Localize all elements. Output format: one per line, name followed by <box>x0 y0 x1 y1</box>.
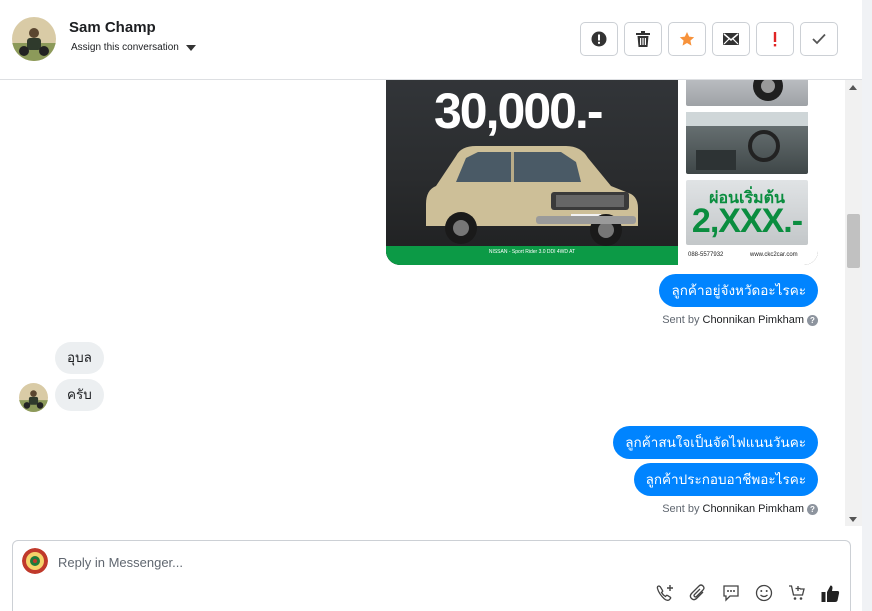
spam-report-icon <box>591 31 607 47</box>
page-avatar <box>22 548 48 574</box>
sent-by-agent[interactable]: Chonnikan Pimkham <box>703 503 805 515</box>
call-plus-icon <box>656 585 673 601</box>
check-icon <box>812 33 826 45</box>
ad-installment-amount: 2,XXX.- <box>691 202 803 240</box>
outgoing-message[interactable]: ลูกค้าอยู่จังหวัดอะไรคะ <box>659 274 818 307</box>
conversation-header: Sam Champ Assign this conversation <box>0 0 862 80</box>
contact-avatar[interactable] <box>12 17 56 61</box>
sent-by-label: Sent by Chonnikan Pimkham ? <box>662 314 818 326</box>
incoming-message[interactable]: ครับ <box>55 379 104 411</box>
saved-reply-icon <box>723 585 739 602</box>
delete-button[interactable] <box>624 22 662 56</box>
report-spam-button[interactable] <box>580 22 618 56</box>
mark-important-button[interactable] <box>756 22 794 56</box>
assign-conversation-dropdown[interactable]: Assign this conversation <box>71 42 196 53</box>
attach-button[interactable] <box>688 583 708 603</box>
message-thread: 30,000.- NISSAN - Sport Rider 3.0 DDI 4W… <box>0 80 845 526</box>
sent-by-agent[interactable]: Chonnikan Pimkham <box>703 314 805 326</box>
scrollbar-thumb[interactable] <box>847 214 860 268</box>
reply-composer <box>12 540 851 611</box>
car-ad-image[interactable]: 30,000.- NISSAN - Sport Rider 3.0 DDI 4W… <box>386 80 818 265</box>
ad-thumb-wheel <box>686 80 808 106</box>
conversation-actions <box>580 22 838 56</box>
thumbs-up-icon <box>821 585 839 602</box>
cart-icon <box>789 585 805 600</box>
emoji-button[interactable] <box>754 583 774 603</box>
sent-by-prefix: Sent by <box>662 503 700 515</box>
star-icon <box>679 32 695 46</box>
scroll-up-arrow-icon[interactable] <box>849 85 857 90</box>
saved-replies-button[interactable] <box>721 583 741 603</box>
contact-name: Sam Champ <box>69 19 156 36</box>
help-icon[interactable]: ? <box>807 314 818 326</box>
attachment-icon <box>689 584 705 601</box>
mark-done-button[interactable] <box>800 22 838 56</box>
exclamation-icon <box>773 32 777 47</box>
composer-toolbar <box>655 583 840 603</box>
star-button[interactable] <box>668 22 706 56</box>
contact-avatar-small <box>19 383 48 412</box>
window-edge <box>862 0 872 611</box>
ad-phone: 088-5577932 <box>688 252 724 258</box>
add-call-button[interactable] <box>655 583 675 603</box>
suv-car-illustration <box>426 146 638 246</box>
trash-icon <box>636 31 650 47</box>
sent-by-prefix: Sent by <box>662 314 700 326</box>
thread-scrollbar[interactable] <box>845 80 862 526</box>
outgoing-message[interactable]: ลูกค้าสนใจเป็นจัดไฟแนนวันคะ <box>613 426 818 459</box>
ad-main-panel: 30,000.- NISSAN - Sport Rider 3.0 DDI 4W… <box>386 80 678 265</box>
ad-side-panel: ผ่อนเริ่มต้น 2,XXX.- 088-5577932 www.ckc… <box>678 80 818 265</box>
emoji-icon <box>755 584 773 602</box>
caret-down-icon <box>185 44 196 51</box>
send-like-button[interactable] <box>820 583 840 603</box>
ad-model-text: NISSAN - Sport Rider 3.0 DDI 4WD AT <box>488 249 576 255</box>
incoming-message[interactable]: อุบล <box>55 342 104 374</box>
help-icon[interactable]: ? <box>807 503 818 515</box>
ad-website: www.ckc2car.com <box>750 252 798 258</box>
mark-unread-button[interactable] <box>712 22 750 56</box>
scroll-down-arrow-icon[interactable] <box>849 517 857 522</box>
outgoing-message[interactable]: ลูกค้าประกอบอาชีพอะไรคะ <box>633 463 818 496</box>
reply-input[interactable] <box>58 551 658 573</box>
assign-label: Assign this conversation <box>71 42 179 53</box>
envelope-icon <box>723 33 739 45</box>
sent-by-label: Sent by Chonnikan Pimkham ? <box>662 503 818 515</box>
ad-thumb-interior <box>686 112 808 174</box>
add-product-button[interactable] <box>787 583 807 603</box>
